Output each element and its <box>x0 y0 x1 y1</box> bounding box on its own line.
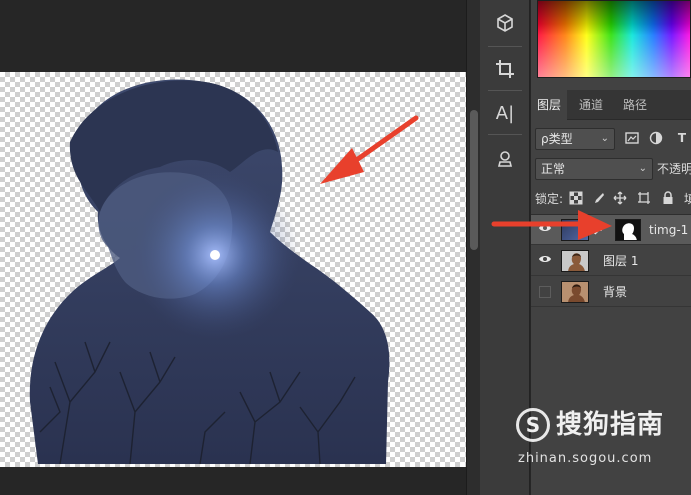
type-tool-icon[interactable]: A| <box>487 96 523 130</box>
scrollbar-thumb[interactable] <box>470 110 478 250</box>
opacity-label: 不透明 <box>657 162 691 176</box>
visibility-eye-icon[interactable] <box>536 221 554 239</box>
double-exposure-image <box>29 79 390 465</box>
watermark-text: 搜狗指南 <box>556 410 665 440</box>
photoshop-window: A| 图层 通道 路径 ρ类型 ⌄ T 正常 ⌄ 不透明 锁定: 填 timg-… <box>0 0 691 495</box>
canvas-vertical-scrollbar[interactable] <box>466 0 480 495</box>
document-canvas[interactable] <box>0 72 466 467</box>
layer-row-background[interactable]: 背景 <box>531 277 691 307</box>
lock-all-icon[interactable] <box>661 191 675 205</box>
crop-icon[interactable] <box>487 52 523 86</box>
layer-mask-thumbnail[interactable] <box>615 219 641 241</box>
layer-thumbnail <box>561 281 589 303</box>
lock-image-pixels-icon[interactable] <box>591 191 605 205</box>
type-filter-icon[interactable]: T <box>675 131 689 145</box>
image-filter-icon[interactable] <box>625 131 639 145</box>
visibility-eye-icon[interactable] <box>536 252 554 270</box>
sogou-logo-icon: S <box>516 408 550 442</box>
color-spectrum-picker[interactable] <box>537 0 691 78</box>
layers-list: timg-1 图层 1 背景 <box>531 214 691 314</box>
blend-row: 正常 ⌄ 不透明 <box>531 156 691 182</box>
watermark-url: zhinan.sogou.com <box>518 451 653 466</box>
fill-label: 填 <box>684 192 691 206</box>
layer-thumbnail <box>561 250 589 272</box>
chevron-down-icon: ⌄ <box>638 163 647 174</box>
lock-position-icon[interactable] <box>613 191 627 205</box>
lock-label: 锁定: <box>535 192 564 206</box>
layer-row-layer-1[interactable]: 图层 1 <box>531 246 691 276</box>
tab-layers[interactable]: 图层 <box>531 90 568 120</box>
tool-divider <box>488 46 522 47</box>
tab-paths[interactable]: 路径 <box>617 90 653 120</box>
lock-artboard-icon[interactable] <box>637 191 651 205</box>
filter-select-label: ρ类型 <box>541 132 573 146</box>
tool-divider <box>488 134 522 135</box>
layer-row-timg-1[interactable]: timg-1 <box>531 215 691 245</box>
stamp-icon[interactable] <box>487 142 523 176</box>
layers-panel-tabs: 图层 通道 路径 <box>531 90 691 120</box>
blend-mode-select[interactable]: 正常 ⌄ <box>535 158 653 180</box>
visibility-toggle-off[interactable] <box>539 286 551 298</box>
layer-filter-row: ρ类型 ⌄ T <box>531 126 691 152</box>
tab-channels[interactable]: 通道 <box>573 90 609 120</box>
layer-thumbnail <box>561 219 589 241</box>
lock-row: 锁定: 填 <box>531 186 691 212</box>
blend-mode-label: 正常 <box>541 162 566 176</box>
canvas-area <box>0 0 466 495</box>
adjustment-filter-icon[interactable] <box>649 131 663 145</box>
layer-filter-select[interactable]: ρ类型 ⌄ <box>535 128 615 150</box>
color-picker-shade <box>538 1 690 77</box>
chevron-down-icon: ⌄ <box>600 133 609 144</box>
lock-transparent-pixels-icon[interactable] <box>569 191 583 205</box>
layer-name: timg-1 <box>649 223 689 237</box>
layer-name: 背景 <box>603 285 628 299</box>
clipping-link-icon <box>593 224 605 236</box>
3d-cube-icon[interactable] <box>487 6 523 40</box>
layer-name: 图层 1 <box>603 254 639 268</box>
tool-divider <box>488 90 522 91</box>
sogou-watermark: S 搜狗指南 zhinan.sogou.com <box>516 406 691 476</box>
